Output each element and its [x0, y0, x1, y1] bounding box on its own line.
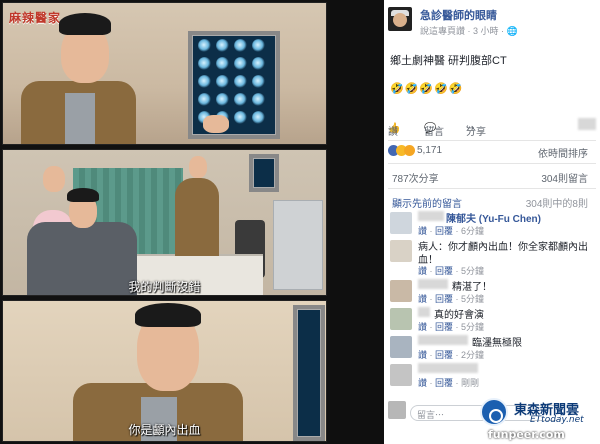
comment-reply-link[interactable]: 回覆: [435, 378, 453, 388]
doctor-hair-close: [135, 303, 201, 327]
divider: [388, 163, 596, 164]
commenter-avatar[interactable]: [390, 364, 412, 386]
seated-doctor-hair: [67, 188, 99, 202]
comment-item: 精湛了！ 讚 · 回覆 · 5分鐘: [388, 278, 596, 308]
like-action-label: 讚: [388, 127, 398, 138]
ettoday-domain: ETtoday.net: [530, 415, 584, 425]
ettoday-logo: 東森新聞雲 ETtoday.net: [480, 398, 600, 428]
page-subline: 說這專頁讚 · 3 小時 · 🌐: [420, 24, 518, 37]
comment-time: 5分鐘: [461, 322, 485, 332]
comment-like-link[interactable]: 讚: [418, 350, 427, 360]
commenter-name[interactable]: 陳郁夫 (Yu-Fu Chen): [446, 210, 541, 225]
show-watermark: 麻辣醫家: [9, 11, 62, 25]
commenter-avatar[interactable]: [390, 212, 412, 234]
standing-doctor: [175, 178, 219, 256]
comment-time: 剛剛: [461, 378, 480, 388]
drama-screenshot-strip: 麻辣醫家 我的判斷沒錯 你是顱內出血: [0, 0, 330, 444]
pointing-hand: [203, 115, 229, 133]
share-action-label: 分享: [466, 127, 486, 138]
post-actions: 👍 讚 💬 留言 ↪ 分享: [388, 123, 596, 138]
comment-count[interactable]: 304則留言: [541, 170, 588, 185]
comment-item: 陳郁夫 (Yu-Fu Chen) 讚 · 回覆 · 6分鐘: [388, 210, 596, 240]
comment-time: 2分鐘: [461, 350, 485, 360]
share-count-row: 787次分享 304則留言: [388, 170, 596, 185]
comment-reply-link[interactable]: 回覆: [435, 266, 453, 276]
page-subline-text: 說這專頁讚 · 3 小時 ·: [420, 26, 507, 36]
doctor-shirt: [65, 93, 95, 144]
facebook-post: 急診醫師的眼睛 說這專頁讚 · 3 小時 · 🌐 鄉土劇神醫 研判腹部CT 🤣🤣…: [384, 0, 600, 444]
blurred-name: [418, 279, 448, 289]
blurred-name: [418, 211, 444, 221]
commenter-avatar[interactable]: [390, 336, 412, 358]
post-text: 鄉土劇神醫 研判腹部CT: [390, 55, 507, 67]
view-previous-comments-link[interactable]: 顯示先前的留言: [392, 195, 462, 210]
comment-text: 臨濹無極限: [472, 338, 522, 349]
comments-shown-count: 304則中的8則: [525, 199, 588, 210]
comment-text: 精湛了！: [452, 282, 492, 293]
comment-like-link[interactable]: 讚: [418, 322, 427, 332]
haha-reaction-icon: [404, 145, 415, 156]
page-name[interactable]: 急診醫師的眼睛: [420, 7, 497, 23]
post-header: 急診醫師的眼睛 說這專頁讚 · 3 小時 · 🌐: [388, 2, 598, 40]
drama-panel-2: 我的判斷沒錯: [2, 149, 327, 296]
previous-comments-row: 顯示先前的留言 304則中的8則: [388, 195, 596, 210]
comment-action-label: 留言: [424, 127, 444, 138]
subtitle-panel-3: 你是顱內出血: [128, 423, 201, 437]
divider: [388, 140, 596, 141]
comment-reply-link[interactable]: 回覆: [435, 322, 453, 332]
standing-doctor-head: [189, 156, 207, 178]
comment-item: 真的好會演 讚 · 回覆 · 5分鐘: [388, 306, 596, 336]
comment-time: 5分鐘: [461, 294, 485, 304]
comment-like-link[interactable]: 讚: [418, 378, 427, 388]
reaction-count: 5,171: [417, 145, 443, 156]
commenter-avatar[interactable]: [390, 240, 412, 262]
blurred-name: [418, 307, 430, 317]
comment-item: 臨濹無極限 讚 · 回覆 · 2分鐘: [388, 334, 596, 364]
commenter-avatar[interactable]: [390, 280, 412, 302]
sort-order-link[interactable]: 依時間排序: [538, 145, 588, 160]
page-avatar[interactable]: [388, 7, 412, 31]
globe-icon: 🌐: [506, 26, 518, 36]
comment-reply-link[interactable]: 回覆: [435, 294, 453, 304]
doctor-hair: [59, 13, 111, 35]
comment-item: 病人：你才顱內出血！你全家都顱內出 血！ 讚 · 回覆 · 5分鐘: [388, 238, 596, 276]
reactions-bar[interactable]: 5,171 依時間排序: [388, 145, 596, 160]
funpeer-watermark: funpeer.com: [488, 428, 565, 441]
comment-like-link[interactable]: 讚: [418, 226, 427, 236]
comment-reply-link[interactable]: 回覆: [435, 350, 453, 360]
comment-text: 真的好會演: [434, 310, 484, 321]
comment-time: 5分鐘: [461, 266, 485, 276]
ct-lightboard-small: [249, 154, 279, 192]
nurse-head: [43, 166, 65, 192]
laughing-emojis: 🤣🤣🤣🤣🤣: [390, 83, 464, 95]
ettoday-emblem-icon: [480, 398, 508, 426]
commenter-avatar[interactable]: [390, 308, 412, 330]
comment-time: 6分鐘: [461, 226, 485, 236]
comment-reply-link[interactable]: 回覆: [435, 226, 453, 236]
my-avatar: [388, 401, 406, 419]
comment-item: 讚 · 回覆 · 剛剛: [388, 362, 596, 392]
comment-text: 病人：你才顱內出血！你全家都顱內出: [418, 242, 588, 253]
subtitle-panel-2: 我的判斷沒錯: [128, 280, 201, 294]
comment-like-link[interactable]: 讚: [418, 266, 427, 276]
ct-lightboard: [188, 31, 280, 139]
share-count[interactable]: 787次分享: [392, 170, 439, 185]
blurred-name: [418, 335, 468, 345]
blurred-name: [418, 363, 478, 373]
drama-panel-1: 麻辣醫家: [2, 2, 327, 145]
drama-panel-3: 你是顱內出血: [2, 300, 327, 442]
divider: [388, 188, 596, 189]
filing-cabinet: [273, 200, 323, 290]
comment-like-link[interactable]: 讚: [418, 294, 427, 304]
